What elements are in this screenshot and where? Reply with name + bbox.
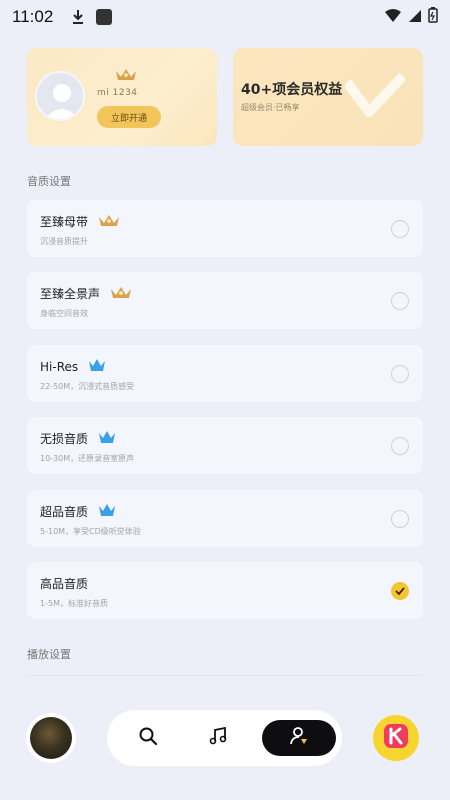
- benefit-card[interactable]: 40+项会员权益 超级会员·已畅享: [233, 48, 423, 146]
- quality-item-hires[interactable]: Hi-Res 22-50M，沉浸式音质感受: [27, 345, 423, 402]
- quality-desc: 沉浸音质提升: [40, 237, 88, 246]
- quality-title: 至臻母带: [40, 215, 89, 229]
- radio-button-selected[interactable]: [391, 582, 409, 600]
- profile-card[interactable]: mi 1234 立即开通: [27, 48, 217, 146]
- quality-title: Hi-Res: [40, 359, 79, 374]
- quality-title: 至臻全景声: [40, 287, 101, 301]
- quality-desc: 1-5M，标准好音质: [40, 599, 108, 608]
- benefit-title: 40+项会员权益: [241, 82, 343, 98]
- nav-music[interactable]: [183, 720, 253, 756]
- blue-vip-badge-icon: [98, 430, 116, 447]
- bottom-bar: [0, 705, 450, 775]
- search-icon: [138, 726, 158, 750]
- gold-vip-badge-icon: [98, 213, 120, 230]
- quality-item-lossless[interactable]: 无损音质 10-30M，还原录音室原声: [27, 417, 423, 474]
- quality-desc: 身临空间音效: [40, 309, 88, 318]
- check-icon: [395, 587, 405, 595]
- quality-desc: 10-30M，还原录音室原声: [40, 454, 135, 463]
- quality-title: 无损音质: [40, 432, 89, 446]
- radio-button[interactable]: [391, 510, 409, 528]
- sound-quality-section-label: 音质设置: [27, 175, 71, 188]
- quality-desc: 5-10M，享受CD级听觉体验: [40, 527, 141, 536]
- status-bar: 11:02: [0, 0, 450, 34]
- quality-item-super[interactable]: 超品音质 5-10M，享受CD级听觉体验: [27, 490, 423, 547]
- top-cards: mi 1234 立即开通 40+项会员权益 超级会员·已畅享: [27, 48, 423, 146]
- quality-item-atmos[interactable]: 至臻全景声 身临空间音效: [27, 272, 423, 329]
- quality-title: 超品音质: [40, 505, 89, 519]
- music-note-icon: [208, 726, 228, 750]
- quality-desc: 22-50M，沉浸式音质感受: [40, 382, 135, 391]
- nav-search[interactable]: [113, 720, 183, 756]
- download-icon: [71, 9, 85, 25]
- bottom-nav: [107, 710, 342, 766]
- open-vip-button[interactable]: 立即开通: [97, 106, 161, 128]
- now-playing-artwork[interactable]: [26, 713, 76, 763]
- quality-title: 高品音质: [40, 577, 89, 591]
- battery-icon: [428, 7, 438, 27]
- benefit-subtitle: 超级会员·已畅享: [241, 103, 300, 112]
- quality-item-high[interactable]: 高品音质 1-5M，标准好音质: [27, 562, 423, 619]
- signal-icon: [408, 8, 422, 27]
- checkmark-decoration-icon: [342, 72, 407, 122]
- blue-vip-badge-icon: [98, 503, 116, 520]
- k-logo-icon: [382, 722, 410, 754]
- quality-item-master[interactable]: 至臻母带 沉浸音质提升: [27, 200, 423, 257]
- radio-button[interactable]: [391, 437, 409, 455]
- divider: [27, 675, 423, 676]
- profile-icon: [288, 725, 310, 751]
- status-time: 11:02: [12, 7, 54, 26]
- playback-section-label: 播放设置: [27, 648, 71, 661]
- k-song-button[interactable]: [373, 715, 419, 761]
- nav-profile[interactable]: [262, 720, 336, 756]
- gold-vip-badge-icon: [110, 285, 132, 302]
- radio-button[interactable]: [391, 292, 409, 310]
- app-icon: [95, 8, 113, 26]
- avatar[interactable]: [35, 71, 85, 121]
- vip-crown-icon: [115, 66, 137, 85]
- username: mi 1234: [97, 88, 138, 98]
- wifi-icon: [384, 8, 402, 27]
- blue-vip-badge-icon: [88, 358, 106, 375]
- radio-button[interactable]: [391, 220, 409, 238]
- radio-button[interactable]: [391, 365, 409, 383]
